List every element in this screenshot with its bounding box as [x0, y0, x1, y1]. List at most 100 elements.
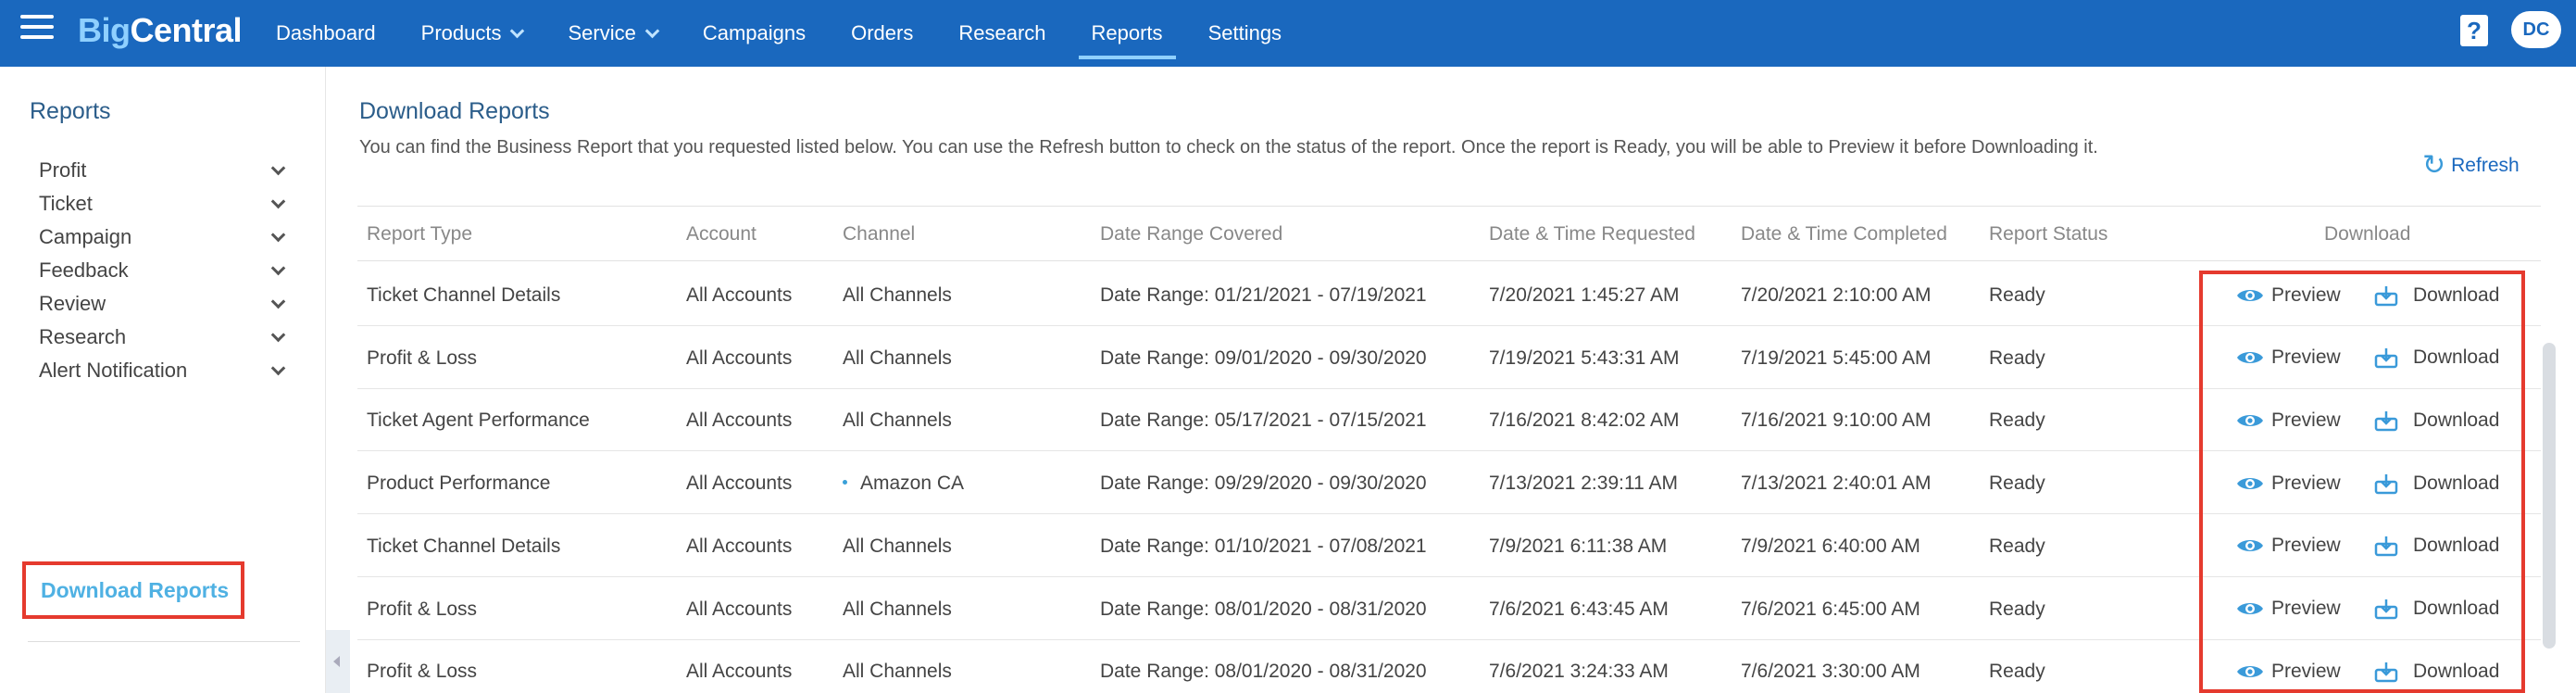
sidebar-item-ticket[interactable]: Ticket — [39, 185, 287, 222]
nav-item-service[interactable]: Service — [568, 0, 660, 67]
download-icon — [2374, 661, 2398, 683]
eye-icon — [2236, 536, 2264, 555]
chevron-down-icon — [510, 23, 525, 38]
cell-text: 7/19/2021 5:43:31 AM — [1489, 346, 1680, 369]
cell-completed: 7/9/2021 6:40:00 AM — [1741, 515, 1920, 577]
nav-item-settings[interactable]: Settings — [1208, 0, 1282, 67]
nav-item-dashboard[interactable]: Dashboard — [276, 0, 376, 67]
cell-text: Ready — [1989, 598, 2045, 620]
cell-text: Ticket Agent Performance — [367, 410, 590, 432]
eye-icon — [2236, 599, 2264, 618]
download-button[interactable]: Download — [2374, 327, 2499, 389]
sidebar-item-label: Ticket — [39, 192, 93, 215]
nav-item-research[interactable]: Research — [958, 0, 1045, 67]
download-button[interactable]: Download — [2374, 264, 2499, 326]
download-label: Download — [2413, 346, 2500, 369]
preview-button[interactable]: Preview — [2236, 640, 2341, 693]
download-button[interactable]: Download — [2374, 640, 2499, 693]
download-icon — [2374, 346, 2398, 369]
sidebar-item-review[interactable]: Review — [39, 285, 287, 322]
download-button[interactable]: Download — [2374, 389, 2499, 451]
user-avatar[interactable]: DC — [2511, 11, 2561, 48]
column-header: Account — [686, 223, 757, 245]
nav-item-orders[interactable]: Orders — [851, 0, 913, 67]
cell-text: Date Range: 01/21/2021 - 07/19/2021 — [1100, 284, 1427, 306]
cell-text: Date Range: 05/17/2021 - 07/15/2021 — [1100, 410, 1427, 432]
download-button[interactable]: Download — [2374, 578, 2499, 640]
preview-button[interactable]: Preview — [2236, 452, 2341, 514]
cell-requested: 7/9/2021 6:11:38 AM — [1489, 515, 1667, 577]
help-icon[interactable]: ? — [2460, 15, 2488, 46]
preview-button[interactable]: Preview — [2236, 389, 2341, 451]
preview-button[interactable]: Preview — [2236, 327, 2341, 389]
sidebar-item-label: Profit — [39, 158, 87, 182]
eye-icon — [2236, 411, 2264, 430]
preview-label: Preview — [2271, 535, 2341, 557]
cell-text: Profit & Loss — [367, 661, 478, 683]
download-button[interactable]: Download — [2374, 515, 2499, 577]
table-scrollbar[interactable] — [2543, 343, 2556, 649]
cell-completed: 7/20/2021 2:10:00 AM — [1741, 264, 1932, 326]
cell-channel: Amazon CA — [843, 452, 964, 514]
refresh-button[interactable]: ↻ Refresh — [2422, 152, 2520, 180]
nav-item-products[interactable]: Products — [421, 0, 525, 67]
cell-text: 7/6/2021 6:45:00 AM — [1741, 598, 1920, 620]
preview-button[interactable]: Preview — [2236, 578, 2341, 640]
cell-channel: All Channels — [843, 327, 952, 389]
cell-range: Date Range: 05/17/2021 - 07/15/2021 — [1100, 389, 1427, 451]
sidebar-item-campaign[interactable]: Campaign — [39, 219, 287, 256]
cell-text: Product Performance — [367, 472, 551, 495]
sidebar-item-feedback[interactable]: Feedback — [39, 252, 287, 289]
nav-item-reports[interactable]: Reports — [1078, 0, 1176, 67]
cell-range: Date Range: 01/10/2021 - 07/08/2021 — [1100, 515, 1427, 577]
preview-button[interactable]: Preview — [2236, 515, 2341, 577]
preview-button[interactable]: Preview — [2236, 264, 2341, 326]
cell-text: Date Range: 01/10/2021 - 07/08/2021 — [1100, 535, 1427, 557]
cell-type: Product Performance — [367, 452, 550, 514]
table-row: Ticket Channel Details All Accounts All Ch… — [357, 264, 2541, 326]
sidebar-item-research[interactable]: Research — [39, 319, 287, 356]
cell-text: 7/9/2021 6:11:38 AM — [1489, 535, 1668, 557]
sidebar-item-label: Review — [39, 292, 106, 315]
cell-status: Ready — [1989, 452, 2045, 514]
big-central-logo[interactable]: BigCentral — [78, 11, 243, 50]
download-icon — [2374, 410, 2398, 432]
cell-requested: 7/19/2021 5:43:31 AM — [1489, 327, 1680, 389]
column-header: Date & Time Requested — [1489, 223, 1695, 245]
nav-item-label: Research — [958, 21, 1046, 44]
cell-requested: 7/16/2021 8:42:02 AM — [1489, 389, 1680, 451]
cell-account: All Accounts — [686, 640, 792, 693]
download-button[interactable]: Download — [2374, 452, 2499, 514]
cell-text: All Accounts — [686, 472, 793, 495]
cell-text: Date Range: 09/29/2020 - 09/30/2020 — [1100, 472, 1427, 495]
download-label: Download — [2413, 409, 2500, 431]
preview-label: Preview — [2271, 409, 2341, 431]
cell-status: Ready — [1989, 327, 2045, 389]
cell-account: All Accounts — [686, 515, 792, 577]
sidebar-item-alert-notification[interactable]: Alert Notification — [39, 352, 287, 389]
sidebar-collapse-handle[interactable] — [326, 630, 350, 693]
cell-account: All Accounts — [686, 389, 792, 451]
cell-channel: All Channels — [843, 640, 952, 693]
column-header: Date & Time Completed — [1741, 223, 1947, 245]
eye-icon — [2236, 348, 2264, 367]
cell-status: Ready — [1989, 264, 2045, 326]
cell-text: Ticket Channel Details — [367, 284, 561, 306]
cell-status: Ready — [1989, 515, 2045, 577]
hamburger-menu-icon[interactable] — [20, 15, 54, 41]
table-row: Profit & Loss All Accounts All Channels Dat… — [357, 640, 2541, 693]
cell-text: Ready — [1989, 346, 2045, 369]
download-label: Download — [2413, 660, 2500, 682]
cell-text: All Accounts — [686, 598, 793, 620]
cell-account: All Accounts — [686, 327, 792, 389]
eye-icon — [2236, 286, 2264, 305]
sidebar-item-download-reports[interactable]: Download Reports — [22, 561, 244, 619]
nav-item-campaigns[interactable]: Campaigns — [703, 0, 806, 67]
cell-status: Ready — [1989, 389, 2045, 451]
cell-text: Date Range: 08/01/2020 - 08/31/2020 — [1100, 661, 1427, 683]
cell-type: Ticket Channel Details — [367, 264, 560, 326]
sidebar-item-profit[interactable]: Profit — [39, 152, 287, 189]
cell-completed: 7/13/2021 2:40:01 AM — [1741, 452, 1932, 514]
sidebar-divider — [28, 641, 300, 642]
nav-item-label: Service — [568, 21, 636, 44]
